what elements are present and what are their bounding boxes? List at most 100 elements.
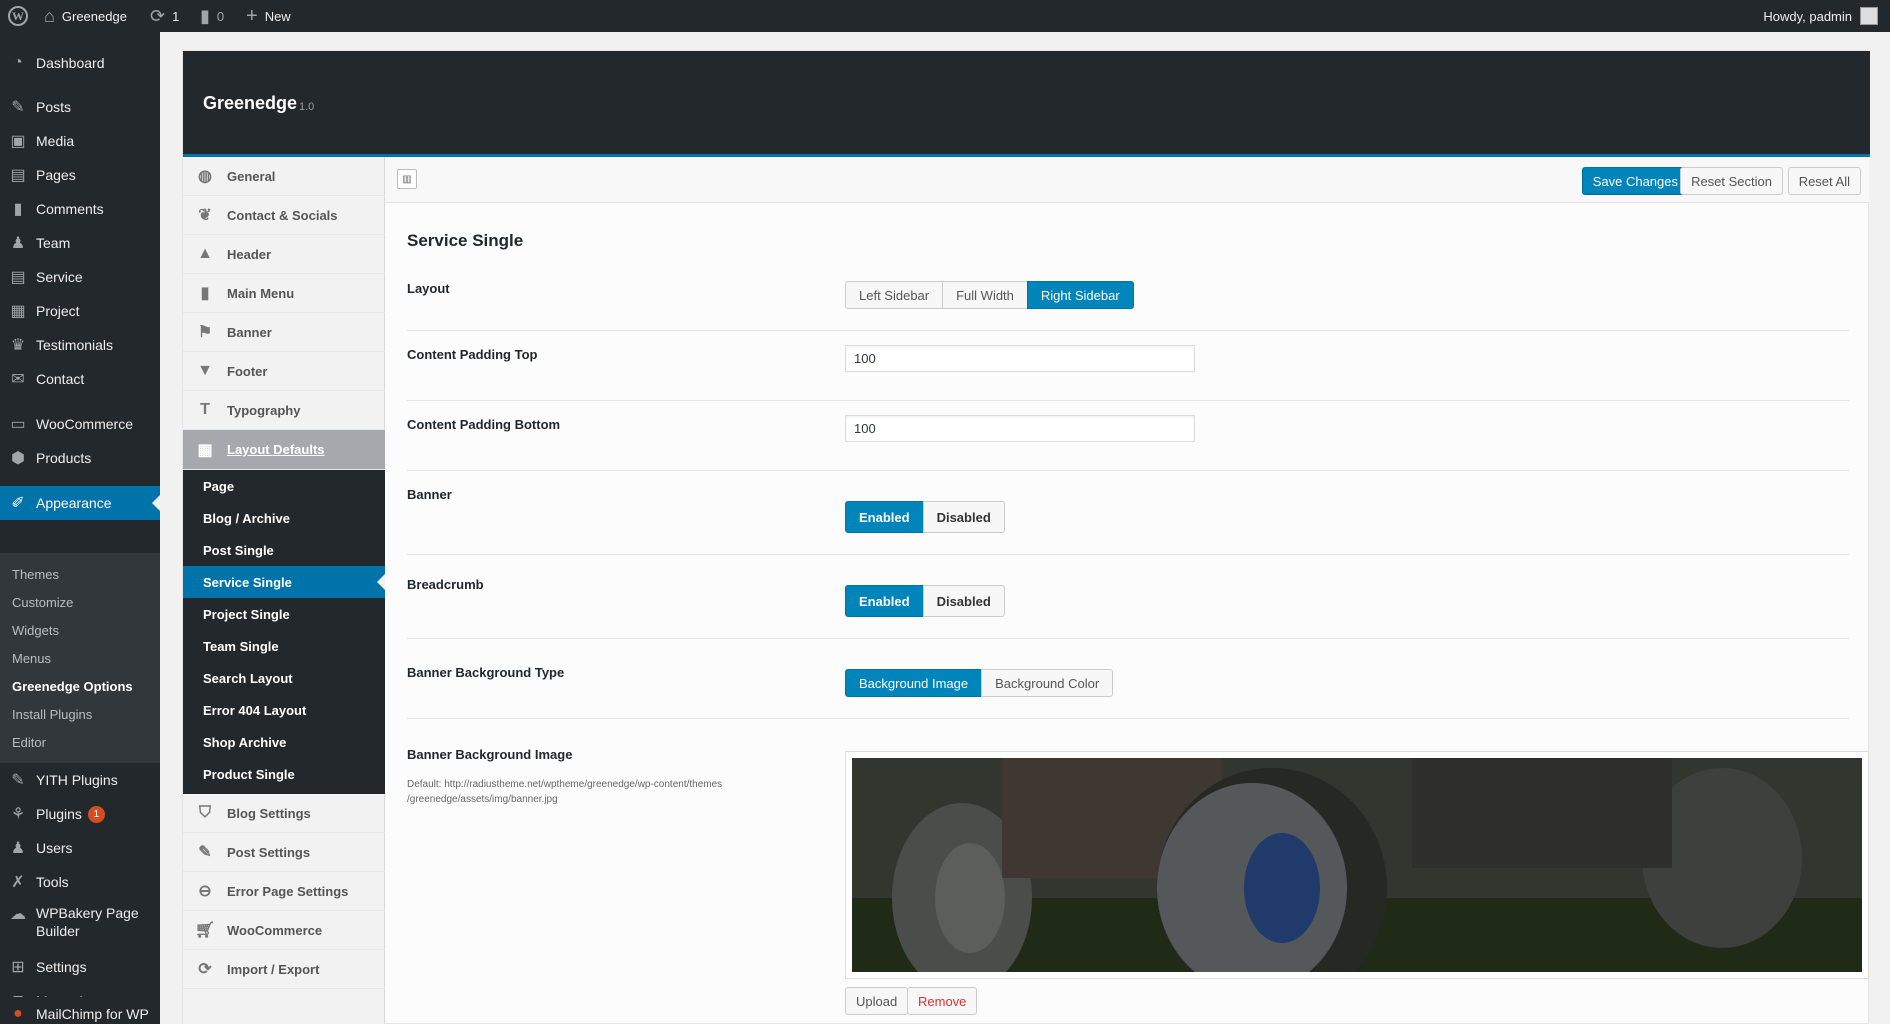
- menu-yith-plugins[interactable]: ✎ YITH Plugins: [0, 763, 160, 797]
- section-banner[interactable]: ⚑ Banner: [183, 313, 385, 352]
- left-sidebar-option[interactable]: Left Sidebar: [845, 281, 944, 309]
- menu-pages[interactable]: ▤ Pages: [0, 158, 160, 192]
- reset-all-button[interactable]: Reset All: [1787, 167, 1861, 195]
- submenu-widgets[interactable]: Widgets: [12, 623, 59, 638]
- site-name-link[interactable]: ⌂ Greenedge: [44, 0, 127, 32]
- section-label: WooCommerce: [227, 922, 323, 938]
- section-woocommerce[interactable]: 🛒︎ WooCommerce: [183, 911, 385, 950]
- updates-link[interactable]: ⟳ 1: [150, 0, 179, 32]
- menu-mailchimp[interactable]: ● MailChimp for WP: [0, 997, 160, 1024]
- section-general[interactable]: ◍ General: [183, 157, 385, 196]
- menu-label: Pages: [36, 167, 76, 183]
- admin-bar: W ⌂ Greenedge ⟳ 1 ▮ 0 + New Howdy, padmi…: [0, 0, 1890, 32]
- section-header[interactable]: ▲ Header: [183, 235, 385, 274]
- section-footer[interactable]: ▼ Footer: [183, 352, 385, 391]
- contact-icon: ✉: [11, 371, 25, 388]
- layout-row: Layout Left Sidebar Full Width Right Sid…: [407, 265, 1849, 331]
- new-content-link[interactable]: + New: [246, 0, 291, 32]
- my-account-link[interactable]: Howdy, padmin: [1763, 0, 1878, 32]
- section-blog-settings[interactable]: ⛉ Blog Settings: [183, 794, 385, 833]
- new-label: New: [264, 8, 291, 24]
- save-changes-button[interactable]: Save Changes: [1581, 167, 1689, 195]
- menu-plugins[interactable]: ⚘ Plugins 1: [0, 797, 160, 831]
- section-label: Layout Defaults: [227, 442, 325, 457]
- reset-section-button[interactable]: Reset Section: [1680, 167, 1783, 195]
- section-import-export[interactable]: ⟳ Import / Export: [183, 950, 385, 989]
- expand-options-icon[interactable]: ▥: [397, 169, 417, 189]
- padding-bottom-input[interactable]: [845, 415, 1195, 442]
- banner-bg-type-row: Banner Background Type Background Image …: [407, 639, 1849, 719]
- upload-button[interactable]: Upload: [845, 987, 909, 1015]
- breadcrumb-enabled-option[interactable]: Enabled: [845, 585, 924, 617]
- menu-users[interactable]: ♟ Users: [0, 831, 160, 865]
- wordpress-logo-icon[interactable]: W: [8, 0, 28, 32]
- menu-label: YITH Plugins: [36, 772, 118, 788]
- subsection-page[interactable]: Page: [183, 470, 385, 502]
- remove-button[interactable]: Remove: [907, 987, 978, 1015]
- menu-testimonials[interactable]: ♛ Testimonials: [0, 328, 160, 362]
- subsection-error-404-layout[interactable]: Error 404 Layout: [183, 694, 385, 726]
- options-sidebar: ◍ General ❦ Contact & Socials ▲ Header ▮ Mai…: [183, 157, 385, 1024]
- section-label: Banner: [227, 324, 272, 340]
- submenu-install-plugins[interactable]: Install Plugins: [12, 707, 92, 722]
- breadcrumb-disabled-option[interactable]: Disabled: [922, 585, 1005, 617]
- submenu-greenedge-options[interactable]: Greenedge Options: [12, 679, 133, 694]
- background-image-option[interactable]: Background Image: [845, 669, 983, 697]
- menu-project[interactable]: ▦ Project: [0, 294, 160, 328]
- globe-icon: ◍: [198, 168, 212, 185]
- menu-woocommerce[interactable]: ▭ WooCommerce: [0, 407, 160, 441]
- full-width-option[interactable]: Full Width: [942, 281, 1028, 309]
- subsection-post-single[interactable]: Post Single: [183, 534, 385, 566]
- section-post-settings[interactable]: ✎ Post Settings: [183, 833, 385, 872]
- submenu-customize[interactable]: Customize: [12, 595, 73, 610]
- submenu-menus[interactable]: Menus: [12, 651, 51, 666]
- menu-service[interactable]: ▤ Service: [0, 260, 160, 294]
- subsection-shop-archive[interactable]: Shop Archive: [183, 726, 385, 758]
- menu-dashboard[interactable]: ◔ Dashboard: [0, 46, 160, 80]
- layout-buttonset: Left Sidebar Full Width Right Sidebar: [845, 281, 1134, 309]
- section-main-menu[interactable]: ▮ Main Menu: [183, 274, 385, 313]
- section-label: Contact & Socials: [227, 207, 338, 223]
- subsection-project-single[interactable]: Project Single: [183, 598, 385, 630]
- submenu-themes[interactable]: Themes: [12, 567, 59, 582]
- subsection-team-single[interactable]: Team Single: [183, 630, 385, 662]
- comments-count: 0: [216, 8, 225, 24]
- section-error-page-settings[interactable]: ⊖ Error Page Settings: [183, 872, 385, 911]
- subsection-search-layout[interactable]: Search Layout: [183, 662, 385, 694]
- menu-posts[interactable]: ✎ Posts: [0, 90, 160, 124]
- section-label: Header: [227, 246, 272, 262]
- appearance-submenu: Themes Customize Widgets Menus Greenedge…: [0, 553, 160, 763]
- menu-label: Team: [36, 235, 71, 251]
- padding-top-input[interactable]: [845, 345, 1195, 372]
- section-contact-socials[interactable]: ❦ Contact & Socials: [183, 196, 385, 235]
- menu-settings[interactable]: ⊞ Settings: [0, 950, 160, 984]
- menu-contact[interactable]: ✉ Contact: [0, 362, 160, 396]
- menu-products[interactable]: ⬢ Products: [0, 441, 160, 475]
- subsection-service-single[interactable]: Service Single: [183, 566, 385, 598]
- menu-appearance[interactable]: ✐ Appearance: [0, 486, 160, 520]
- section-layout-defaults[interactable]: ▦ Layout Defaults: [183, 430, 385, 470]
- banner-enabled-option[interactable]: Enabled: [845, 501, 924, 533]
- padding-top-label: Content Padding Top: [407, 347, 538, 362]
- service-icon: ▤: [10, 269, 26, 286]
- media-icon: ▣: [10, 133, 26, 150]
- menu-team[interactable]: ♟ Team: [0, 226, 160, 260]
- menu-comments[interactable]: ▮ Comments: [0, 192, 160, 226]
- pushpin-icon: ✎: [11, 99, 25, 116]
- menu-label: Tools: [36, 874, 69, 890]
- right-sidebar-option[interactable]: Right Sidebar: [1026, 281, 1134, 309]
- banner-row: Banner Enabled Disabled: [407, 471, 1849, 555]
- menu-media[interactable]: ▣ Media: [0, 124, 160, 158]
- banner-disabled-option[interactable]: Disabled: [922, 501, 1005, 533]
- howdy-text: Howdy, padmin: [1763, 8, 1852, 24]
- comments-link[interactable]: ▮ 0: [200, 0, 224, 32]
- section-typography[interactable]: T Typography: [183, 391, 385, 430]
- menu-tools[interactable]: ✗ Tools: [0, 865, 160, 899]
- subsection-blog-archive[interactable]: Blog / Archive: [183, 502, 385, 534]
- submenu-editor[interactable]: Editor: [12, 735, 46, 750]
- subsection-product-single[interactable]: Product Single: [183, 758, 385, 790]
- background-color-option[interactable]: Background Color: [981, 669, 1114, 697]
- plugins-update-badge: 1: [87, 805, 105, 823]
- section-label: Post Settings: [227, 844, 311, 860]
- menu-wpbakery[interactable]: ☁ WPBakery Page Builder: [0, 900, 160, 940]
